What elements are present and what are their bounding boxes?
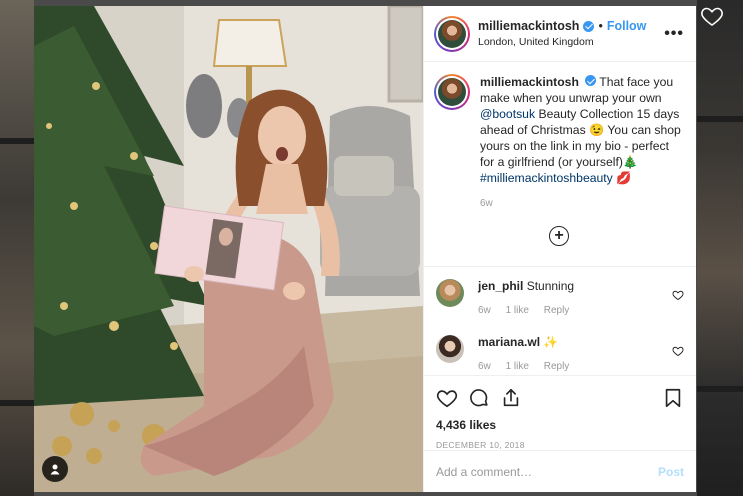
caption-emoji: 💋 <box>612 171 632 185</box>
post-image <box>34 6 423 492</box>
post-location[interactable]: London, United Kingdom <box>478 36 664 48</box>
comment-heart-icon[interactable] <box>672 289 684 301</box>
comment-time: 6w <box>478 305 491 316</box>
comment-body: jen_phil Stunning 6w 1 like Reply <box>478 279 672 323</box>
header-text: milliemackintosh • Follow London, United… <box>478 19 664 48</box>
caption-mention-link[interactable]: @bootsuk <box>480 107 535 121</box>
post-caption: milliemackintosh That face you make when… <box>434 74 684 212</box>
close-button[interactable] <box>700 4 724 28</box>
comment-username[interactable]: mariana.wl <box>478 335 540 349</box>
feed-tile-divider <box>697 386 743 392</box>
comment-heart-icon[interactable] <box>672 345 684 357</box>
more-options-button[interactable]: ••• <box>664 25 684 43</box>
comment-item: mariana.wl ✨ 6w 1 like Reply <box>434 323 684 375</box>
comment-body: mariana.wl ✨ 6w 1 like Reply <box>478 335 672 375</box>
comment-item: jen_phil Stunning 6w 1 like Reply <box>434 267 684 323</box>
comment-avatar[interactable] <box>436 279 464 307</box>
likes-count[interactable]: 4,436 likes <box>436 418 684 432</box>
post-date: DECEMBER 10, 2018 <box>436 440 525 450</box>
comment-icon[interactable] <box>468 387 490 409</box>
follow-button[interactable]: Follow <box>607 19 647 33</box>
comment-reply-button[interactable]: Reply <box>544 361 570 372</box>
comment-time: 6w <box>478 361 491 372</box>
comments-section: milliemackintosh That face you make when… <box>424 62 696 375</box>
plus-circle-icon: + <box>549 226 569 246</box>
background-feed-right <box>697 0 743 496</box>
comment-meta: 6w 1 like Reply <box>478 305 672 316</box>
caption-hashtag-link[interactable]: #milliemackintoshbeauty <box>480 171 613 185</box>
verified-badge-icon <box>583 20 595 32</box>
post-header: milliemackintosh • Follow London, United… <box>424 6 696 62</box>
user-tag-button[interactable] <box>42 456 68 482</box>
dot-separator: • <box>598 19 603 33</box>
comment-text: Stunning <box>526 279 575 293</box>
bookmark-icon[interactable] <box>662 387 684 409</box>
share-icon[interactable] <box>500 387 522 409</box>
comment-text: ✨ <box>543 335 559 349</box>
feed-tile-divider <box>0 400 34 406</box>
comment-avatar[interactable] <box>436 335 464 363</box>
close-icon <box>701 7 723 26</box>
comment-reply-button[interactable]: Reply <box>544 305 570 316</box>
heart-icon[interactable] <box>436 387 458 409</box>
avatar-border <box>436 17 468 50</box>
caption-avatar[interactable] <box>434 74 470 110</box>
feed-tile-divider <box>0 138 34 144</box>
add-comment-bar: Post <box>424 450 696 492</box>
caption-time[interactable]: 6w <box>480 196 684 212</box>
caption-body: milliemackintosh That face you make when… <box>480 74 684 212</box>
comment-likes[interactable]: 1 like <box>506 361 529 372</box>
comment-likes[interactable]: 1 like <box>506 305 529 316</box>
author-avatar[interactable] <box>434 15 470 52</box>
avatar-image <box>438 78 466 106</box>
load-more-comments[interactable]: + <box>434 226 684 246</box>
comment-username[interactable]: jen_phil <box>478 279 523 293</box>
avatar-border <box>436 76 468 108</box>
verified-badge-icon <box>585 75 597 86</box>
comment-input[interactable] <box>436 464 658 479</box>
author-username[interactable]: milliemackintosh <box>478 19 579 33</box>
post-modal: milliemackintosh • Follow London, United… <box>34 6 696 492</box>
avatar-image <box>438 19 466 48</box>
post-photo <box>34 6 423 492</box>
action-icons-row <box>436 384 684 412</box>
header-top-row: milliemackintosh • Follow <box>478 19 664 33</box>
post-actions: 4,436 likes DECEMBER 10, 2018 <box>424 375 696 450</box>
comment-meta: 6w 1 like Reply <box>478 361 672 372</box>
post-side-panel: milliemackintosh • Follow London, United… <box>423 6 696 492</box>
background-feed-left <box>0 0 34 496</box>
person-icon <box>50 464 60 475</box>
feed-tile-divider <box>697 116 743 122</box>
caption-username[interactable]: milliemackintosh <box>480 75 579 89</box>
post-comment-button[interactable]: Post <box>658 465 684 479</box>
